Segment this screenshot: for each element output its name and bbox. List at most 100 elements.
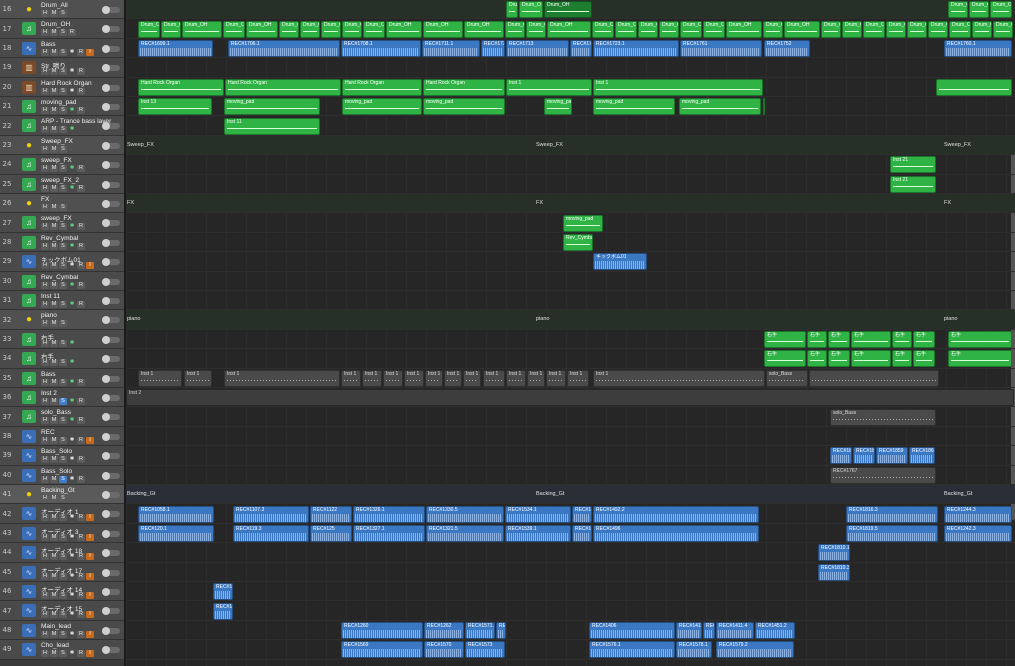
- midi-region[interactable]: solo_Bass: [830, 408, 936, 426]
- solo-button[interactable]: S: [59, 514, 67, 522]
- track-header-45[interactable]: 45 ∿ オーディオ 17 H M S ✱ R I: [0, 562, 124, 582]
- midi-region[interactable]: Inst 1: [425, 369, 443, 387]
- mute-button[interactable]: M: [50, 223, 58, 231]
- audio-region[interactable]: REC#1569: [341, 641, 423, 659]
- hide-button[interactable]: H: [41, 592, 49, 599]
- audio-region[interactable]: REC#1708.1: [341, 40, 421, 57]
- input-monitor-button[interactable]: I: [86, 650, 94, 658]
- track-on-off-toggle[interactable]: [102, 491, 120, 499]
- audio-region[interactable]: REC#119.3: [233, 525, 309, 542]
- midi-region[interactable]: 右手: [892, 331, 912, 348]
- midi-region[interactable]: 右手: [913, 350, 935, 368]
- midi-region[interactable]: moving_pad: [224, 98, 320, 116]
- midi-region[interactable]: 右手: [851, 331, 891, 348]
- freeze-icon[interactable]: ✱: [68, 476, 76, 483]
- track-on-off-toggle[interactable]: [102, 607, 120, 616]
- midi-region[interactable]: 右手: [948, 331, 1012, 348]
- solo-button[interactable]: S: [59, 87, 67, 95]
- audio-region[interactable]: REC#1723.1: [593, 40, 679, 57]
- track-lane-47[interactable]: [126, 601, 1015, 621]
- track-header-28[interactable]: 28 ♫ Rev_Cymbal H M S ✱ R: [0, 232, 124, 253]
- track-lane-44[interactable]: [126, 543, 1015, 563]
- midi-region[interactable]: Drum_OH: [726, 20, 762, 38]
- midi-region[interactable]: Rev_Cymbal: [563, 234, 593, 251]
- midi-region[interactable]: Inst 1: [527, 369, 545, 387]
- track-lane-23[interactable]: [126, 135, 1015, 156]
- solo-button[interactable]: S: [59, 165, 67, 173]
- midi-region[interactable]: [763, 98, 765, 116]
- hide-button[interactable]: H: [41, 242, 49, 250]
- audio-region[interactable]: REC#1326.1: [353, 505, 425, 523]
- audio-region[interactable]: REC#18: [830, 447, 852, 465]
- record-button[interactable]: R: [77, 514, 85, 522]
- record-button[interactable]: R: [77, 417, 85, 425]
- midi-region[interactable]: Inst 1: [506, 369, 526, 387]
- hide-button[interactable]: H: [41, 514, 49, 522]
- input-monitor-button[interactable]: I: [86, 592, 94, 599]
- hide-button[interactable]: H: [41, 378, 49, 386]
- freeze-icon[interactable]: ✱: [68, 88, 76, 95]
- midi-region[interactable]: REC#1767: [830, 466, 936, 484]
- midi-region[interactable]: Drum_O: [279, 20, 299, 38]
- audio-region[interactable]: REC#1699.1: [138, 40, 213, 57]
- audio-region[interactable]: キックボム01: [593, 253, 647, 271]
- mute-button[interactable]: M: [50, 126, 58, 134]
- solo-button[interactable]: S: [59, 630, 67, 638]
- midi-region[interactable]: Drum_O: [863, 20, 885, 38]
- midi-region[interactable]: Hard Rock Organ: [342, 78, 422, 96]
- midi-region[interactable]: Inst 1: [546, 369, 566, 387]
- midi-region[interactable]: Drum_OH: [547, 20, 591, 38]
- audio-region[interactable]: REC#120.1: [138, 525, 214, 542]
- audio-region[interactable]: REC: [703, 622, 715, 639]
- track-lane-38[interactable]: [126, 427, 1015, 447]
- audio-region[interactable]: REC#1534.1: [505, 505, 571, 523]
- midi-region[interactable]: Drum_O: [342, 20, 362, 38]
- solo-button[interactable]: S: [59, 611, 67, 619]
- audio-region[interactable]: REC#1496: [593, 525, 759, 542]
- track-header-36[interactable]: 36 ♫ Inst 2 H M S ✱ R: [0, 388, 124, 408]
- mute-button[interactable]: M: [50, 29, 58, 37]
- track-on-off-toggle[interactable]: [102, 277, 120, 286]
- audio-region[interactable]: REC#1760.1: [944, 40, 1012, 57]
- track-header-35[interactable]: 35 ♫ Bass H M S ✱ R: [0, 368, 124, 388]
- freeze-icon[interactable]: ✱: [68, 514, 76, 521]
- solo-button[interactable]: S: [59, 126, 67, 134]
- midi-region[interactable]: Inst 2: [126, 389, 1014, 407]
- track-lane-19[interactable]: [126, 58, 1015, 78]
- solo-button[interactable]: S: [59, 475, 67, 483]
- midi-region[interactable]: [936, 78, 1012, 96]
- freeze-icon[interactable]: ✱: [68, 553, 76, 560]
- solo-button[interactable]: S: [59, 436, 67, 444]
- track-lane-31[interactable]: [126, 291, 1015, 311]
- midi-region[interactable]: 右手: [913, 331, 935, 348]
- midi-region[interactable]: Drum_O: [969, 1, 989, 19]
- arrange-area[interactable]: Sweep_FX Sweep_FX Sweep_FX FX FX FX piano piano…: [126, 0, 1015, 666]
- mute-button[interactable]: M: [50, 553, 58, 561]
- audio-region[interactable]: REC#1578.1: [676, 641, 712, 659]
- hide-button[interactable]: H: [41, 611, 49, 619]
- track-on-off-toggle[interactable]: [102, 452, 120, 461]
- track-header-49[interactable]: 49 ∿ Cho_lead H M S ✱ R I: [0, 640, 124, 660]
- record-button[interactable]: R: [68, 29, 76, 37]
- mute-button[interactable]: M: [50, 359, 58, 367]
- hide-button[interactable]: H: [41, 417, 49, 425]
- track-header-33[interactable]: 33 ♫ 右手 H M S ✱: [0, 329, 124, 350]
- track-on-off-toggle[interactable]: [102, 471, 120, 480]
- hide-button[interactable]: H: [41, 320, 49, 328]
- track-on-off-toggle[interactable]: [102, 529, 120, 538]
- solo-button[interactable]: S: [59, 242, 67, 250]
- audio-region[interactable]: REC#184: [853, 447, 875, 465]
- track-header-18[interactable]: 18 ∿ Bass H M S ✱ R I: [0, 38, 124, 59]
- track-header-30[interactable]: 30 ♫ Rev_Cymbal H M S ✱ R: [0, 271, 124, 291]
- hide-button[interactable]: H: [41, 68, 49, 76]
- mute-button[interactable]: M: [50, 572, 58, 580]
- track-on-off-toggle[interactable]: [102, 646, 120, 655]
- midi-region[interactable]: Inst 1: [224, 369, 340, 387]
- record-button[interactable]: R: [77, 572, 85, 580]
- mute-button[interactable]: M: [50, 262, 58, 270]
- record-button[interactable]: R: [77, 281, 85, 289]
- freeze-icon[interactable]: ✱: [68, 262, 76, 269]
- audio-region[interactable]: REC#1242.3: [944, 525, 1012, 542]
- freeze-icon[interactable]: ✱: [68, 592, 76, 599]
- mute-button[interactable]: M: [50, 10, 58, 17]
